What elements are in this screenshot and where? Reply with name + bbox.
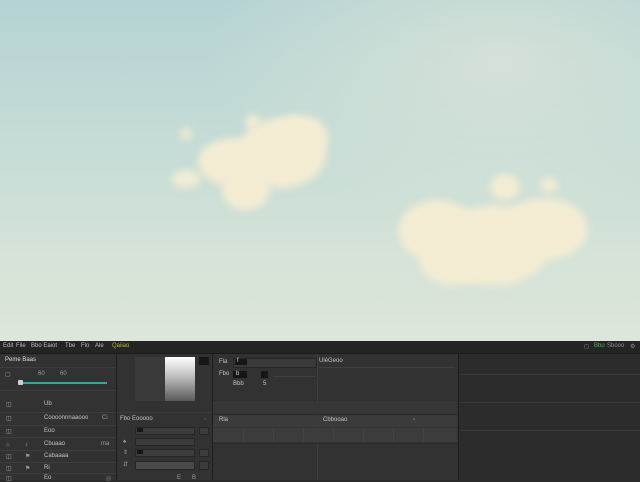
bottom-label-b: B xyxy=(192,475,197,481)
prop-field-b2[interactable] xyxy=(261,371,268,378)
camera-icon: ⌂ xyxy=(6,442,10,448)
color-preview-swatch[interactable] xyxy=(165,357,195,401)
color-button-4[interactable] xyxy=(199,461,209,470)
editor-panel: Edit File Bbo Eaiot Tbe Flo Ale Qaiiao ◻… xyxy=(0,341,640,482)
prop-section-a: Rla xyxy=(219,417,229,423)
status-icon: ◻ xyxy=(584,344,589,350)
scene-panel: Peme Baas ▢ 60 60 ◫ Ub ◫ Coooonnnaaooo C… xyxy=(0,354,117,482)
row-badge: Ci xyxy=(102,415,108,421)
timeline-panel xyxy=(459,354,640,480)
prop-field-b-value: b xyxy=(236,371,240,377)
prop-empty-row xyxy=(213,403,457,413)
bottom-label-e: E xyxy=(177,475,182,481)
menu-bar: Edit File Bbo Eaiot Tbe Flo Ale Qaiiao ◻… xyxy=(0,341,640,354)
color-field-1-tag xyxy=(137,428,143,432)
layer-icon: ◫ xyxy=(6,466,12,472)
layer-row-7[interactable]: Eo xyxy=(44,475,51,481)
layer-row-4[interactable]: Cbuaao xyxy=(44,441,65,447)
menu-view[interactable]: Bbo Eaiot xyxy=(31,343,57,349)
layer-icon: ◫ xyxy=(6,416,12,422)
prop-label-a: Fla xyxy=(219,359,228,365)
color-picker-button[interactable] xyxy=(199,357,209,365)
layer-row-1[interactable]: Ub xyxy=(44,401,52,407)
layer-icon: ◫ xyxy=(6,402,12,408)
color-button-3[interactable] xyxy=(199,449,209,457)
flag-icon[interactable]: ⚑ xyxy=(25,466,30,472)
prop-field-a-value: f xyxy=(237,358,239,364)
cloud-right-part xyxy=(420,240,490,285)
menu-extra[interactable]: Qaiiao xyxy=(112,343,129,349)
slider-value: 60 xyxy=(38,371,45,377)
layer-icon: ◫ xyxy=(6,476,12,482)
section-arrow-icon[interactable]: › xyxy=(413,417,415,423)
tint-slider-fill xyxy=(20,382,107,384)
menu-edit[interactable]: Edit xyxy=(3,343,13,349)
anchor-icon[interactable]: ⇕ xyxy=(123,450,128,456)
cloud-right-puff xyxy=(540,178,558,192)
cloud-right-part xyxy=(500,198,588,260)
prop-label-b: Fbo xyxy=(219,371,230,377)
row-toggle[interactable] xyxy=(106,476,111,481)
menu-window[interactable]: Flo xyxy=(81,343,89,349)
timeline-line-2 xyxy=(459,402,640,403)
cloud-left-part xyxy=(270,115,328,160)
properties-panel: Fla f UléGeoo Fbo b Bbb 5 Rla Cbbooao › xyxy=(213,354,459,480)
prop-grid-row xyxy=(213,428,457,442)
layer-icon: ◫ xyxy=(6,454,12,460)
menu-help[interactable]: Ale xyxy=(95,343,104,349)
settings-icon[interactable]: ⚙ xyxy=(630,343,635,350)
layer-row-3[interactable]: Eoo xyxy=(44,428,55,434)
color-field-1[interactable] xyxy=(135,427,195,435)
layer-row-5[interactable]: Cabaaaa xyxy=(44,453,68,459)
prop-row-b xyxy=(273,376,315,377)
info-icon[interactable]: ◦ xyxy=(204,417,206,423)
slider-value-2: 60 xyxy=(60,371,67,377)
cloud-left-part xyxy=(222,170,270,210)
prop-section-b: Cbbooao xyxy=(323,417,348,423)
eye-icon[interactable]: ♠ xyxy=(123,439,126,445)
color-panel: Fbo Eooooo ◦ ♠ ⇕ ⇵ E B xyxy=(117,354,213,481)
color-field-3-tag xyxy=(137,450,143,454)
link-icon[interactable]: ⇵ xyxy=(123,462,128,468)
status-label: Bbo xyxy=(594,343,605,349)
prop-label-c: Bbb xyxy=(233,381,244,387)
cloud-left-part xyxy=(172,170,200,188)
color-field-3[interactable] xyxy=(135,449,195,457)
lock-icon[interactable]: ♪ xyxy=(25,442,28,448)
slider-icon: ▢ xyxy=(5,372,11,378)
color-field-4[interactable] xyxy=(135,461,195,470)
prop-link[interactable]: UléGeoo xyxy=(319,358,343,364)
prop-value-c: 5 xyxy=(263,381,267,387)
layer-row-6[interactable]: Ri xyxy=(44,465,50,471)
row-badge-2: ma xyxy=(101,441,110,447)
menu-file[interactable]: File xyxy=(16,343,26,349)
status-value: Sbooo xyxy=(607,343,625,349)
slider-handle[interactable] xyxy=(18,380,23,385)
cloud-right-puff xyxy=(490,174,520,200)
timeline-line-1 xyxy=(459,374,640,375)
layer-icon: ◫ xyxy=(6,429,12,435)
color-button-1[interactable] xyxy=(199,427,209,435)
prop-link-field[interactable] xyxy=(319,367,455,368)
cloud-left-puff xyxy=(245,115,261,129)
layer-row-2[interactable]: Coooonnnaaooo xyxy=(44,415,88,421)
menu-tools[interactable]: Tbe xyxy=(65,343,75,349)
cloud-left-puff xyxy=(180,128,192,140)
color-field-2[interactable] xyxy=(135,438,195,446)
color-label: Fbo Eooooo xyxy=(120,416,153,422)
color-preview-dark xyxy=(135,357,165,401)
panel-title: Peme Baas xyxy=(5,357,37,363)
flag-icon[interactable]: ⚑ xyxy=(25,454,30,460)
timeline-line-3 xyxy=(459,430,640,431)
sky-viewport xyxy=(0,0,640,341)
